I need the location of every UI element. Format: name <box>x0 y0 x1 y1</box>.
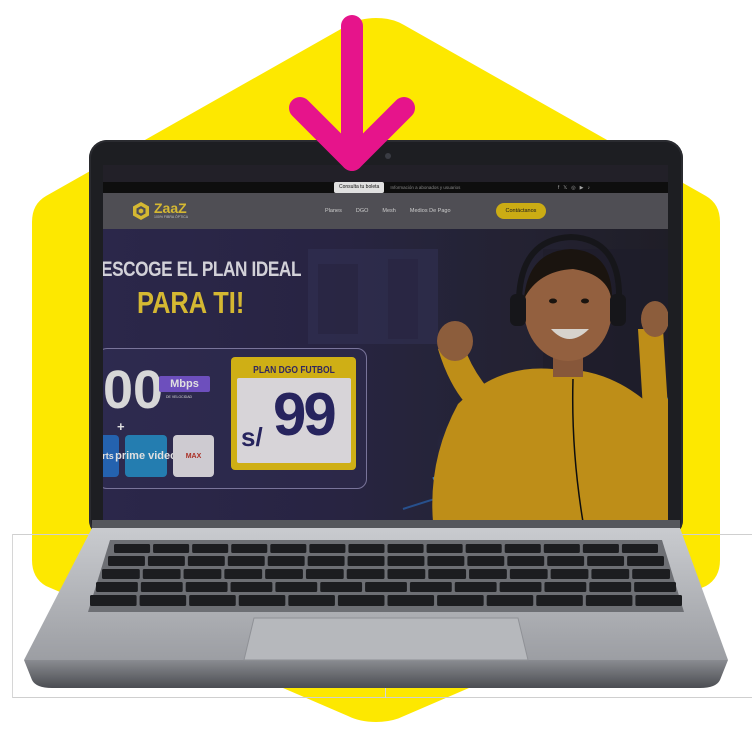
down-arrow-icon <box>289 15 415 171</box>
product-illustration: Consulta tu boleta Información a abonado… <box>0 0 752 735</box>
